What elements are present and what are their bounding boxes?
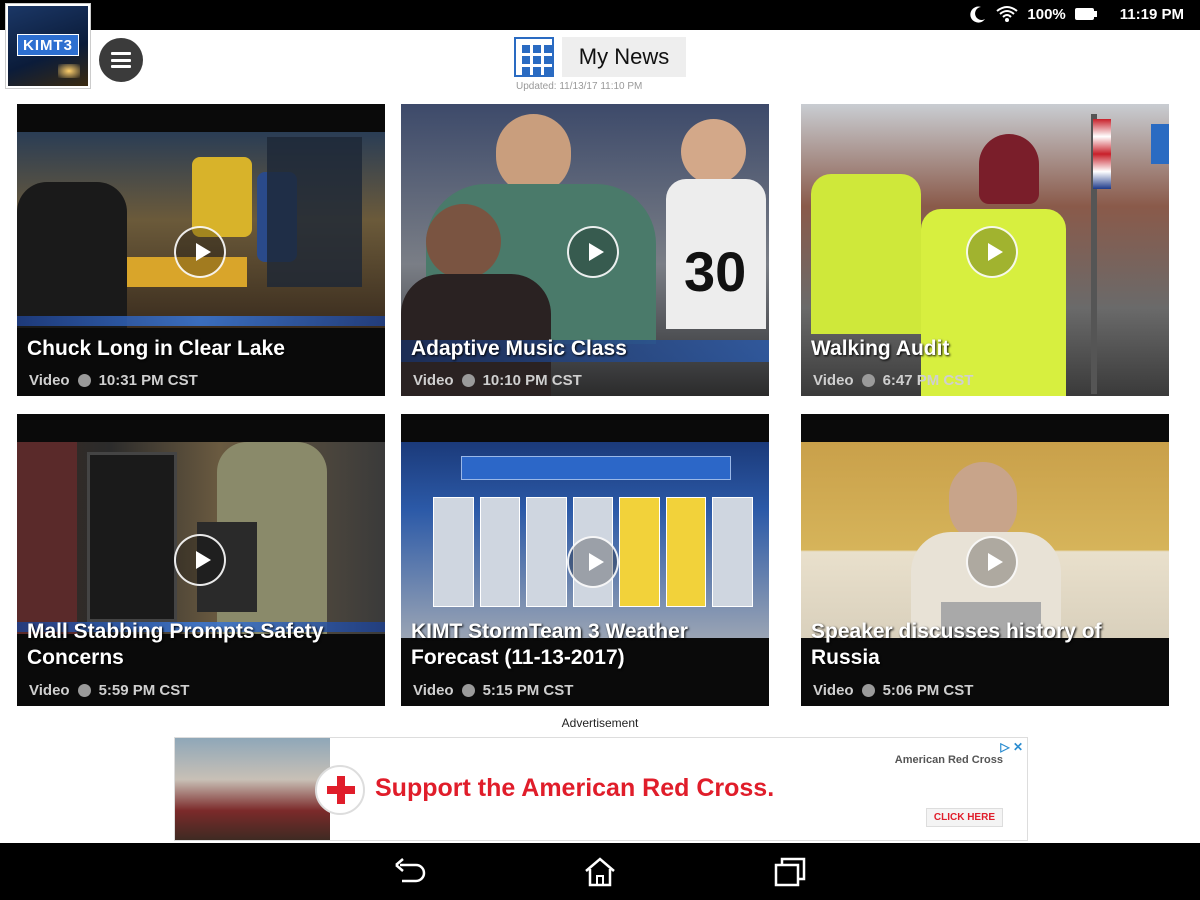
tile-time: 6:47 PM CST xyxy=(882,372,974,389)
grid-view-icon[interactable] xyxy=(514,37,554,77)
tile-title: Chuck Long in Clear Lake xyxy=(27,337,285,360)
menu-button[interactable] xyxy=(99,38,143,82)
updated-timestamp: Updated: 11/13/17 11:10 PM xyxy=(516,81,643,92)
play-icon[interactable] xyxy=(966,536,1018,588)
play-icon[interactable] xyxy=(567,536,619,588)
tile-time: 10:10 PM CST xyxy=(482,372,582,389)
news-tile[interactable]: Chuck Long in Clear Lake Video 10:31 PM C… xyxy=(17,104,385,396)
tile-title: Mall Stabbing Prompts Safety Concerns xyxy=(27,620,324,669)
tile-time: 5:15 PM CST xyxy=(482,682,574,699)
logo-text: KIMT3 xyxy=(17,34,79,56)
separator-dot-icon xyxy=(461,374,475,387)
station-logo[interactable]: KIMT3 xyxy=(6,4,90,88)
tile-type: Video xyxy=(813,372,854,389)
tile-time: 10:31 PM CST xyxy=(98,372,198,389)
status-time: 11:19 PM xyxy=(1119,5,1184,23)
tile-title: Adaptive Music Class xyxy=(411,337,627,360)
tile-type: Video xyxy=(813,682,854,699)
separator-dot-icon xyxy=(77,684,91,697)
home-icon[interactable] xyxy=(582,855,618,889)
status-bar: 100% 11:19 PM xyxy=(0,0,1200,30)
play-icon[interactable] xyxy=(174,534,226,586)
play-icon[interactable] xyxy=(174,226,226,278)
separator-dot-icon xyxy=(77,374,91,387)
tile-type: Video xyxy=(29,372,70,389)
tile-title: Walking Audit xyxy=(811,337,950,360)
adchoices-close-icon[interactable]: ▷ ✕ xyxy=(1000,740,1023,754)
moon-icon xyxy=(970,6,986,23)
tile-type: Video xyxy=(413,372,454,389)
red-cross-icon xyxy=(315,765,365,815)
tile-time: 5:59 PM CST xyxy=(98,682,190,699)
tile-type: Video xyxy=(413,682,454,699)
ad-cta-button[interactable]: CLICK HERE xyxy=(925,808,1003,827)
ad-banner[interactable]: Support the American Red Cross. American… xyxy=(174,737,1028,841)
advertisement-label: Advertisement xyxy=(561,716,639,730)
play-icon[interactable] xyxy=(966,226,1018,278)
ad-photo xyxy=(175,738,330,840)
news-tile[interactable]: 30 Adaptive Music Class Video 10:10 PM CS… xyxy=(401,104,769,396)
play-icon[interactable] xyxy=(567,226,619,278)
ad-brand: American Red Cross xyxy=(894,754,1003,766)
separator-dot-icon xyxy=(861,684,875,697)
news-tile[interactable]: Mall Stabbing Prompts Safety Concerns Vi… xyxy=(17,414,385,706)
news-tile[interactable]: Walking Audit Video 6:47 PM CST xyxy=(801,104,1169,396)
system-nav-bar xyxy=(0,843,1200,900)
back-icon[interactable] xyxy=(392,855,428,889)
hamburger-icon xyxy=(111,52,131,68)
recent-apps-icon[interactable] xyxy=(772,855,808,889)
battery-icon xyxy=(1074,8,1097,20)
tile-title: KIMT StormTeam 3 Weather Forecast (11-13… xyxy=(411,620,688,669)
tile-title: Speaker discusses history of Russia xyxy=(811,620,1102,669)
page-title[interactable]: My News xyxy=(562,37,686,77)
tile-type: Video xyxy=(29,682,70,699)
wifi-icon xyxy=(996,6,1019,22)
separator-dot-icon xyxy=(461,684,475,697)
tile-time: 5:06 PM CST xyxy=(882,682,974,699)
news-tile[interactable]: KIMT StormTeam 3 Weather Forecast (11-13… xyxy=(401,414,769,706)
news-tile[interactable]: Speaker discusses history of Russia Vide… xyxy=(801,414,1169,706)
separator-dot-icon xyxy=(861,374,875,387)
battery-percent: 100% xyxy=(1027,5,1066,23)
ad-headline: Support the American Red Cross. xyxy=(375,774,775,802)
